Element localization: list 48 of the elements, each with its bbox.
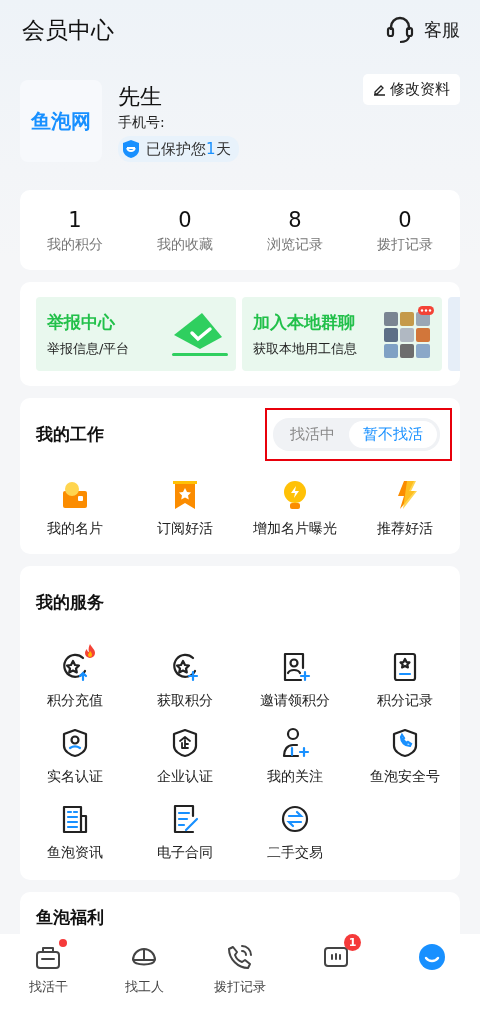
tab-label[interactable]: 找活干	[28, 978, 68, 996]
service-label[interactable]: 鱼泡资讯	[47, 844, 103, 862]
banner-title: 举报中心	[47, 310, 116, 334]
stat-label[interactable]: 浏览记录	[267, 236, 323, 254]
work-label[interactable]: 增加名片曝光	[253, 520, 337, 538]
stat-value[interactable]: 0	[178, 208, 192, 232]
service-label[interactable]: 实名认证	[47, 768, 103, 786]
service-label[interactable]: 积分记录	[377, 692, 433, 710]
work-label[interactable]: 推荐好活	[377, 520, 433, 538]
service-label[interactable]: 积分充值	[47, 692, 103, 710]
promo-banner[interactable]: 举报中心 举报信息/平台	[36, 297, 236, 371]
work-label[interactable]: 订阅好活	[157, 520, 213, 538]
section-title: 鱼泡福利	[36, 906, 105, 929]
service-label[interactable]: 邀请领积分	[260, 692, 330, 710]
edit-profile-button[interactable]: 修改资料	[363, 74, 460, 105]
banner-subtitle: 举报信息/平台	[47, 339, 130, 358]
shield-icon	[120, 138, 142, 160]
stat-label[interactable]: 拨打记录	[377, 236, 433, 254]
stat-label[interactable]: 我的积分	[47, 236, 103, 254]
service-label[interactable]: 电子合同	[157, 844, 213, 862]
user-name: 先生	[118, 83, 163, 111]
smiley-icon[interactable]	[417, 942, 447, 972]
page-title: 会员中心	[22, 15, 114, 45]
work-label[interactable]: 我的名片	[47, 520, 103, 538]
phone-label: 手机号:	[118, 114, 166, 132]
service-label[interactable]: 企业认证	[157, 768, 213, 786]
stat-value[interactable]: 8	[288, 208, 302, 232]
service-label[interactable]: 二手交易	[267, 844, 323, 862]
service-link[interactable]: 客服	[424, 18, 460, 42]
protection-text: 已保护您1天	[146, 139, 231, 159]
tab-label[interactable]: 拨打记录	[214, 978, 266, 996]
phone-icon[interactable]	[225, 942, 255, 972]
service-label[interactable]: 我的关注	[267, 768, 323, 786]
logo: 鱼泡网	[20, 80, 102, 162]
headset-icon[interactable]	[386, 15, 414, 45]
stat-label[interactable]: 我的收藏	[157, 236, 213, 254]
banner-title: 加入本地群聊	[253, 310, 356, 334]
tab-label[interactable]: 找工人	[124, 978, 164, 996]
service-label[interactable]: 获取积分	[157, 692, 213, 710]
stat-value[interactable]: 1	[68, 208, 82, 232]
section-title: 我的工作	[36, 422, 104, 446]
pencil-icon	[373, 83, 386, 96]
service-label[interactable]: 鱼泡安全号	[370, 768, 440, 786]
banner-subtitle: 获取本地用工信息	[253, 339, 357, 358]
stat-value[interactable]: 0	[398, 208, 412, 232]
promo-banner[interactable]: 加入本地群聊 获取本地用工信息	[242, 297, 442, 371]
section-title: 我的服务	[36, 590, 104, 614]
count-badge: 1	[344, 934, 361, 951]
